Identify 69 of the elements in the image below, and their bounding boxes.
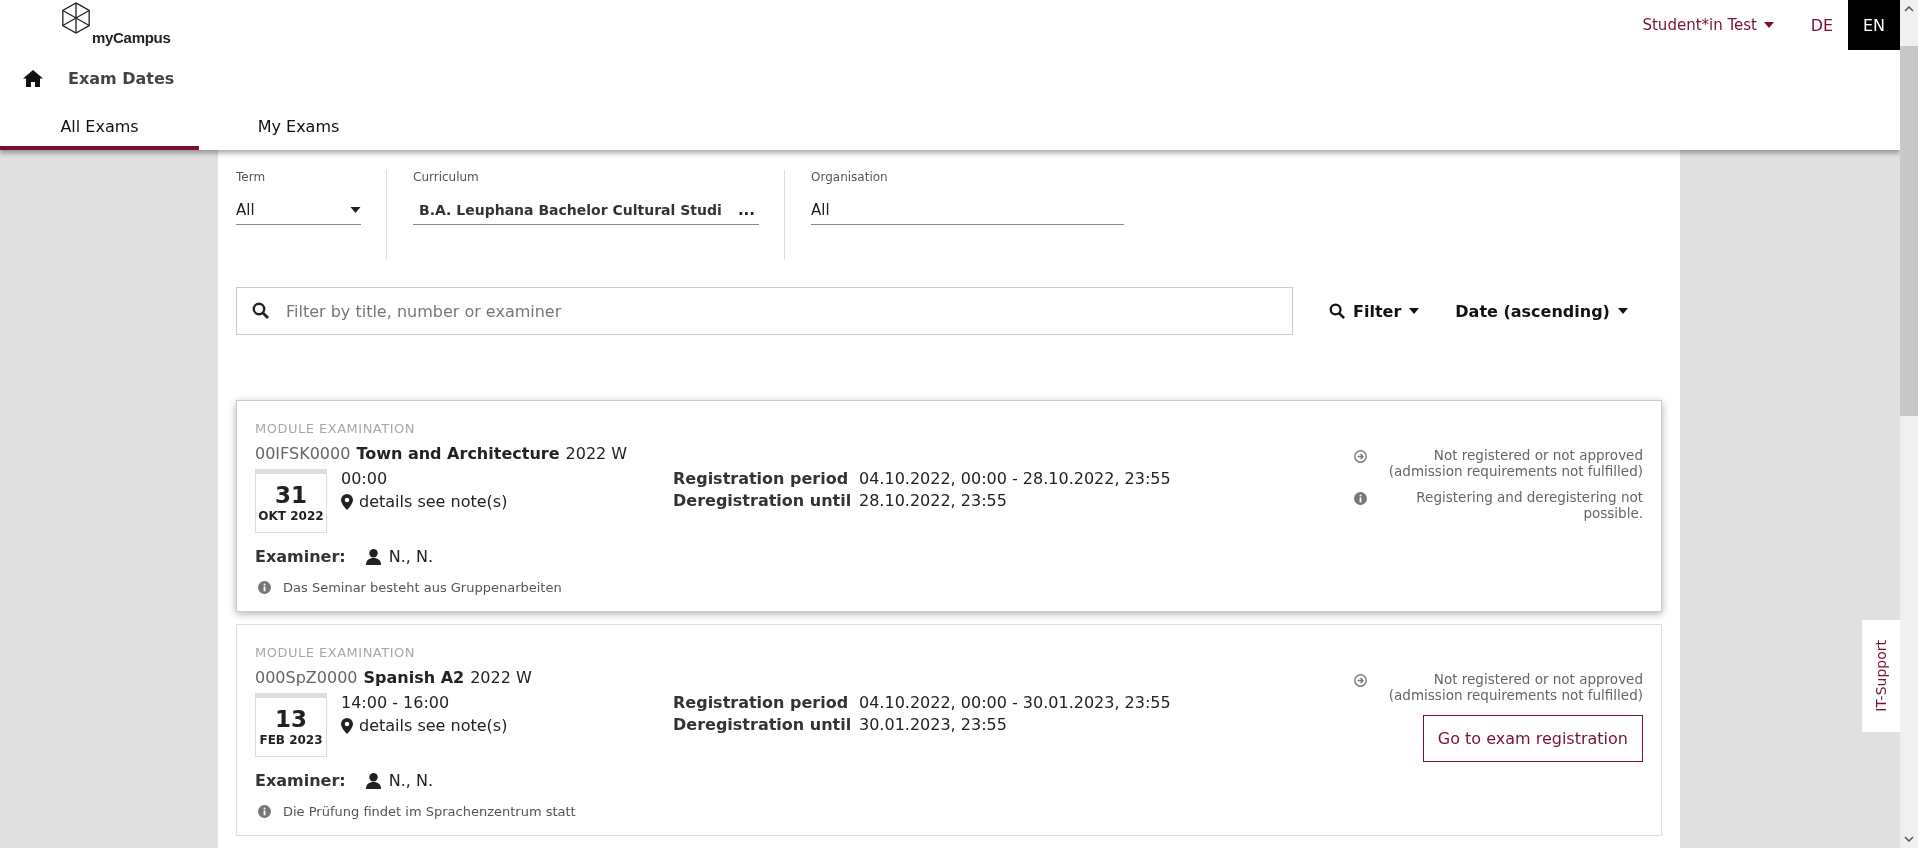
search-icon bbox=[252, 302, 269, 319]
filter-label: Term bbox=[236, 170, 267, 184]
period-value: 04.10.2022, 00:00 - 28.10.2022, 23:55 bbox=[859, 469, 1171, 488]
examiner-label: Examiner: bbox=[255, 547, 346, 566]
exam-time: 00:00 bbox=[341, 469, 389, 488]
filter-select[interactable]: B.A. Leuphana Bachelor Cultural Studi ... bbox=[413, 196, 759, 225]
exam-title: Town and Architecture bbox=[356, 444, 560, 463]
date-badge: 31 OKT 2022 bbox=[255, 469, 327, 533]
period-label: Deregistration until bbox=[673, 491, 853, 510]
date-badge: 13 FEB 2023 bbox=[255, 693, 327, 757]
info-icon bbox=[1354, 492, 1367, 505]
person-icon bbox=[365, 548, 381, 565]
person-icon bbox=[365, 772, 381, 789]
status-text: Not registered or not approved (admission requirements not fulfilled) bbox=[1387, 671, 1643, 703]
location-pin-icon bbox=[341, 717, 353, 734]
arrow-circle-icon bbox=[1354, 674, 1367, 687]
info-icon bbox=[258, 805, 271, 818]
logo-icon bbox=[60, 2, 92, 34]
exam-card[interactable] bbox=[236, 624, 1662, 836]
examiner-name: N., N. bbox=[388, 771, 433, 790]
caret-icon bbox=[1409, 308, 1420, 314]
filter-label: Curriculum bbox=[413, 170, 480, 184]
status-text: Not registered or not approved (admission requirements not fulfilled) bbox=[1387, 447, 1643, 479]
period-label: Registration period bbox=[673, 693, 850, 712]
language-button[interactable]: EN bbox=[1848, 0, 1900, 50]
filter-select[interactable]: All bbox=[811, 196, 1124, 225]
registration-button[interactable]: Go to exam registration bbox=[1422, 715, 1643, 762]
filter-button[interactable]: Filter bbox=[1329, 301, 1420, 321]
info-icon bbox=[258, 581, 271, 594]
exam-title: Spanish A2 bbox=[363, 668, 465, 687]
scrollbar[interactable] bbox=[1900, 0, 1918, 848]
sort-button[interactable]: Date (ascending) bbox=[1455, 301, 1628, 321]
period-value: 30.01.2023, 23:55 bbox=[859, 715, 1008, 734]
exam-term: 2022 W bbox=[470, 668, 532, 687]
period-label: Deregistration until bbox=[673, 715, 853, 734]
it-support-tab[interactable]: IT-Support bbox=[1862, 620, 1900, 732]
page-title: Exam Dates bbox=[68, 68, 175, 88]
search-field[interactable]: Filter by title, number or examiner bbox=[236, 287, 1293, 335]
arrow-circle-icon bbox=[1354, 450, 1367, 463]
caret-icon bbox=[350, 207, 361, 213]
user-menu[interactable]: Student*in Test bbox=[1642, 0, 1796, 34]
caret-icon bbox=[1764, 22, 1774, 28]
exam-number: 000SpZ0000 bbox=[255, 668, 358, 687]
examiner-label: Examiner: bbox=[255, 771, 346, 790]
exam-location: details see note(s) bbox=[359, 716, 508, 735]
period-value: 04.10.2022, 00:00 - 30.01.2023, 23:55 bbox=[859, 693, 1171, 712]
scroll-down-icon bbox=[1904, 836, 1914, 842]
exam-term: 2022 W bbox=[565, 444, 628, 463]
exam-time: 14:00 - 16:00 bbox=[341, 693, 451, 712]
period-value: 28.10.2022, 23:55 bbox=[859, 491, 1008, 510]
filter-select[interactable]: All bbox=[236, 196, 361, 225]
examiner-name: N., N. bbox=[388, 547, 433, 566]
caret-icon bbox=[1617, 308, 1628, 314]
exam-card[interactable] bbox=[236, 400, 1662, 612]
exam-note: Die Prüfung findet im Sprachenzentrum statt bbox=[283, 804, 576, 819]
scroll-up-icon bbox=[1904, 6, 1914, 12]
location-pin-icon bbox=[341, 493, 353, 510]
exam-type: MODULE EXAMINATION bbox=[255, 421, 415, 436]
home-icon[interactable] bbox=[23, 69, 43, 87]
search-icon bbox=[1329, 303, 1345, 319]
exam-note: Das Seminar besteht aus Gruppenarbeiten bbox=[283, 580, 562, 595]
period-label: Registration period bbox=[673, 469, 850, 488]
filter-label: Organisation bbox=[811, 170, 889, 184]
exam-number: 00IFSK0000 bbox=[255, 444, 351, 463]
status-text: Registering and deregistering not possible. bbox=[1415, 489, 1643, 521]
exam-type: MODULE EXAMINATION bbox=[255, 645, 415, 660]
tab[interactable]: All Exams bbox=[0, 112, 199, 150]
exam-location: details see note(s) bbox=[359, 492, 508, 511]
logo-text: myCampus bbox=[92, 29, 171, 46]
